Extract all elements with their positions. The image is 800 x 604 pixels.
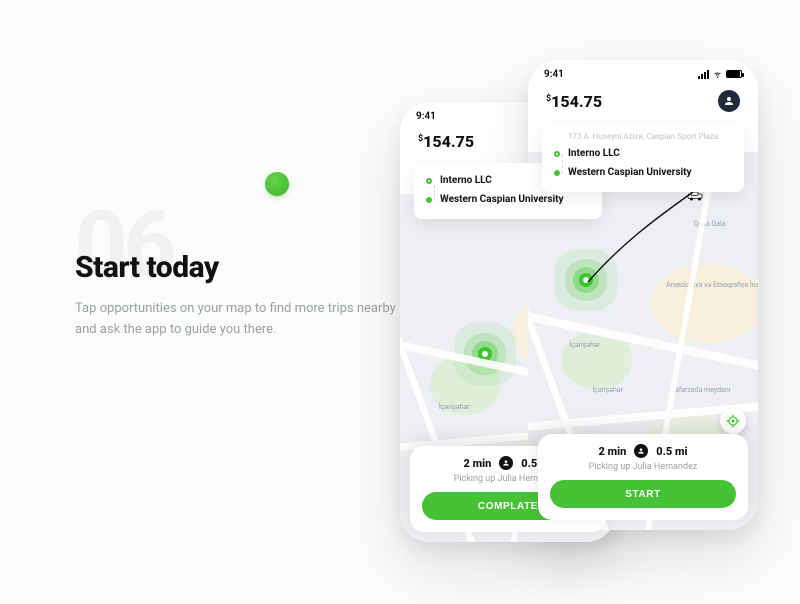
battery-icon: [726, 70, 742, 78]
phone-front: 9:41 $154.75 173 A. Huseyni Aziza, Caspi…: [528, 60, 758, 530]
route-to: Western Caspian University: [426, 190, 590, 209]
accent-dot: [265, 172, 289, 196]
status-icons: [698, 68, 742, 81]
map-label: İçərişəhər: [592, 386, 623, 394]
route-from: Interno LLC: [554, 144, 732, 163]
feature-copy: 06 Start today Tap opportunities on your…: [75, 200, 435, 341]
pin-dest-icon: [554, 170, 560, 176]
pin-origin-icon: [554, 151, 560, 157]
map-label: İçərişəhər: [569, 341, 600, 349]
trip-card: 2 min 0.5 mi Picking up Julia Hernandez …: [538, 434, 748, 520]
trip-eta: 2 min: [599, 445, 627, 458]
status-bar: 9:41: [528, 60, 758, 88]
map-label: Qoşa Qala: [694, 220, 726, 228]
trip-distance: 0.5 mi: [656, 445, 687, 458]
map-label: İçərişəhər: [439, 403, 470, 411]
wifi-icon: [712, 68, 723, 81]
route-subtitle: 173 A. Huseyni Aziza, Caspian Sport Plaz…: [568, 132, 732, 141]
map-label: Arxeologiya və Etnoqrafiya İnst: [666, 281, 758, 289]
earnings-amount[interactable]: $154.75: [418, 132, 474, 151]
trip-pickup: Picking up Julia Hernandez: [550, 462, 736, 472]
status-time: 9:41: [544, 69, 564, 80]
locate-button[interactable]: [720, 408, 746, 434]
pin-dest-icon: [426, 197, 432, 203]
pin-origin-icon: [426, 178, 432, 184]
earnings-row: $154.75: [528, 88, 758, 120]
signal-icon: [698, 70, 709, 79]
currency-symbol: $: [546, 94, 551, 104]
status-time: 9:41: [416, 111, 436, 122]
avatar[interactable]: [718, 90, 740, 112]
route-card[interactable]: 173 A. Huseyni Aziza, Caspian Sport Plaz…: [542, 124, 744, 192]
map-label: Cəfərzadə meydanı: [671, 386, 731, 394]
section-description: Tap opportunities on your map to find mo…: [75, 299, 415, 341]
current-location-marker[interactable]: [579, 273, 593, 287]
trip-eta: 2 min: [464, 457, 492, 470]
earnings-amount[interactable]: $154.75: [546, 92, 602, 111]
trip-eta-row: 2 min 0.5 mi: [550, 444, 736, 458]
currency-symbol: $: [418, 134, 423, 144]
person-icon: [634, 444, 648, 458]
route-to: Western Caspian University: [554, 163, 732, 182]
phone-mockups: 9:41 $154.75 173 A. Huseyni Aziza, Caspi…: [400, 60, 800, 600]
current-location-marker[interactable]: [478, 347, 492, 361]
section-heading: Start today: [75, 250, 435, 285]
start-button[interactable]: START: [550, 480, 736, 508]
person-icon: [499, 456, 513, 470]
